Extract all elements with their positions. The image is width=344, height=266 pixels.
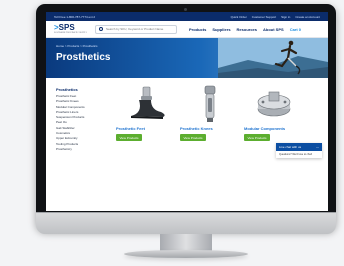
main-nav: Products Suppliers Resources About SPS C… (189, 27, 301, 32)
sign-in-link[interactable]: Sign in (281, 15, 290, 19)
utility-links: Quick Order Customer Support Sign in Cre… (231, 15, 320, 19)
main-header: >SPS SOUTHERN PROSTHETIC SUPPLY Products… (46, 21, 328, 38)
live-chat-widget[interactable]: Live chat with us — Questions? We'd love… (276, 143, 322, 158)
hero-banner: Home > Products > Prosthetics Prosthetic… (46, 38, 328, 78)
sidebar-item-prostheticry[interactable]: Prostheticry (56, 147, 104, 152)
main-content: Prosthetics Prosthetic Feet Prosthetic K… (46, 78, 328, 211)
webcam-icon (184, 8, 187, 11)
search-box[interactable] (94, 24, 177, 34)
monitor-stand-foot (124, 250, 248, 258)
create-account-link[interactable]: Create an Account (295, 15, 320, 19)
customer-support-link[interactable]: Customer Support (252, 15, 276, 19)
view-products-button-knees[interactable]: View Products (180, 134, 206, 141)
monitor-chin (36, 212, 336, 234)
prosthetic-knee-image[interactable] (180, 84, 240, 124)
product-card-knees[interactable]: Prosthetic Knees View Products (180, 84, 240, 141)
runner-with-prosthetic-image (218, 38, 328, 78)
logo-tagline: SOUTHERN PROSTHETIC SUPPLY (54, 32, 87, 34)
card-title-modular[interactable]: Modular Components (244, 126, 304, 131)
sidebar-title: Prosthetics (56, 87, 78, 92)
product-card-modular[interactable]: Modular Components View Products (244, 84, 304, 141)
view-products-button-feet[interactable]: View Products (116, 134, 142, 141)
search-input[interactable] (105, 27, 173, 31)
view-products-button-modular[interactable]: View Products (244, 134, 270, 141)
phone-number: Toll Free 1-800-787-7774 ext 2 (54, 14, 96, 19)
search-icon[interactable] (98, 27, 103, 31)
quick-order-link[interactable]: Quick Order (231, 15, 247, 19)
utility-bar: Toll Free 1-800-787-7774 ext 2 Quick Ord… (46, 12, 328, 21)
nav-resources[interactable]: Resources (237, 27, 257, 32)
card-title-feet[interactable]: Prosthetic Feet (116, 126, 176, 131)
browser-screen: Toll Free 1-800-787-7774 ext 2 Quick Ord… (46, 12, 328, 211)
sps-logo[interactable]: >SPS SOUTHERN PROSTHETIC SUPPLY (54, 23, 87, 35)
chat-header[interactable]: Live chat with us — (276, 143, 322, 151)
nav-suppliers[interactable]: Suppliers (212, 27, 230, 32)
card-title-knees[interactable]: Prosthetic Knees (180, 126, 240, 131)
product-card-feet[interactable]: Prosthetic Feet View Products (116, 84, 176, 141)
logo-mark: >SPS (54, 23, 75, 32)
nav-products[interactable]: Products (189, 27, 206, 32)
category-sidebar: Prosthetics Prosthetic Feet Prosthetic K… (56, 87, 104, 152)
modular-component-image[interactable] (244, 84, 304, 124)
chat-title: Live chat with us (279, 145, 302, 149)
nav-about[interactable]: About SPS (263, 27, 284, 32)
breadcrumb[interactable]: Home > Products > Prosthetics (56, 44, 98, 48)
cart-link[interactable]: Cart 0 (290, 27, 301, 32)
chat-message: Questions? We'd love to chat! (279, 153, 313, 156)
prosthetic-foot-image[interactable] (116, 84, 176, 124)
chat-minimize-icon[interactable]: — (316, 145, 319, 149)
page-title: Prosthetics (56, 52, 111, 63)
